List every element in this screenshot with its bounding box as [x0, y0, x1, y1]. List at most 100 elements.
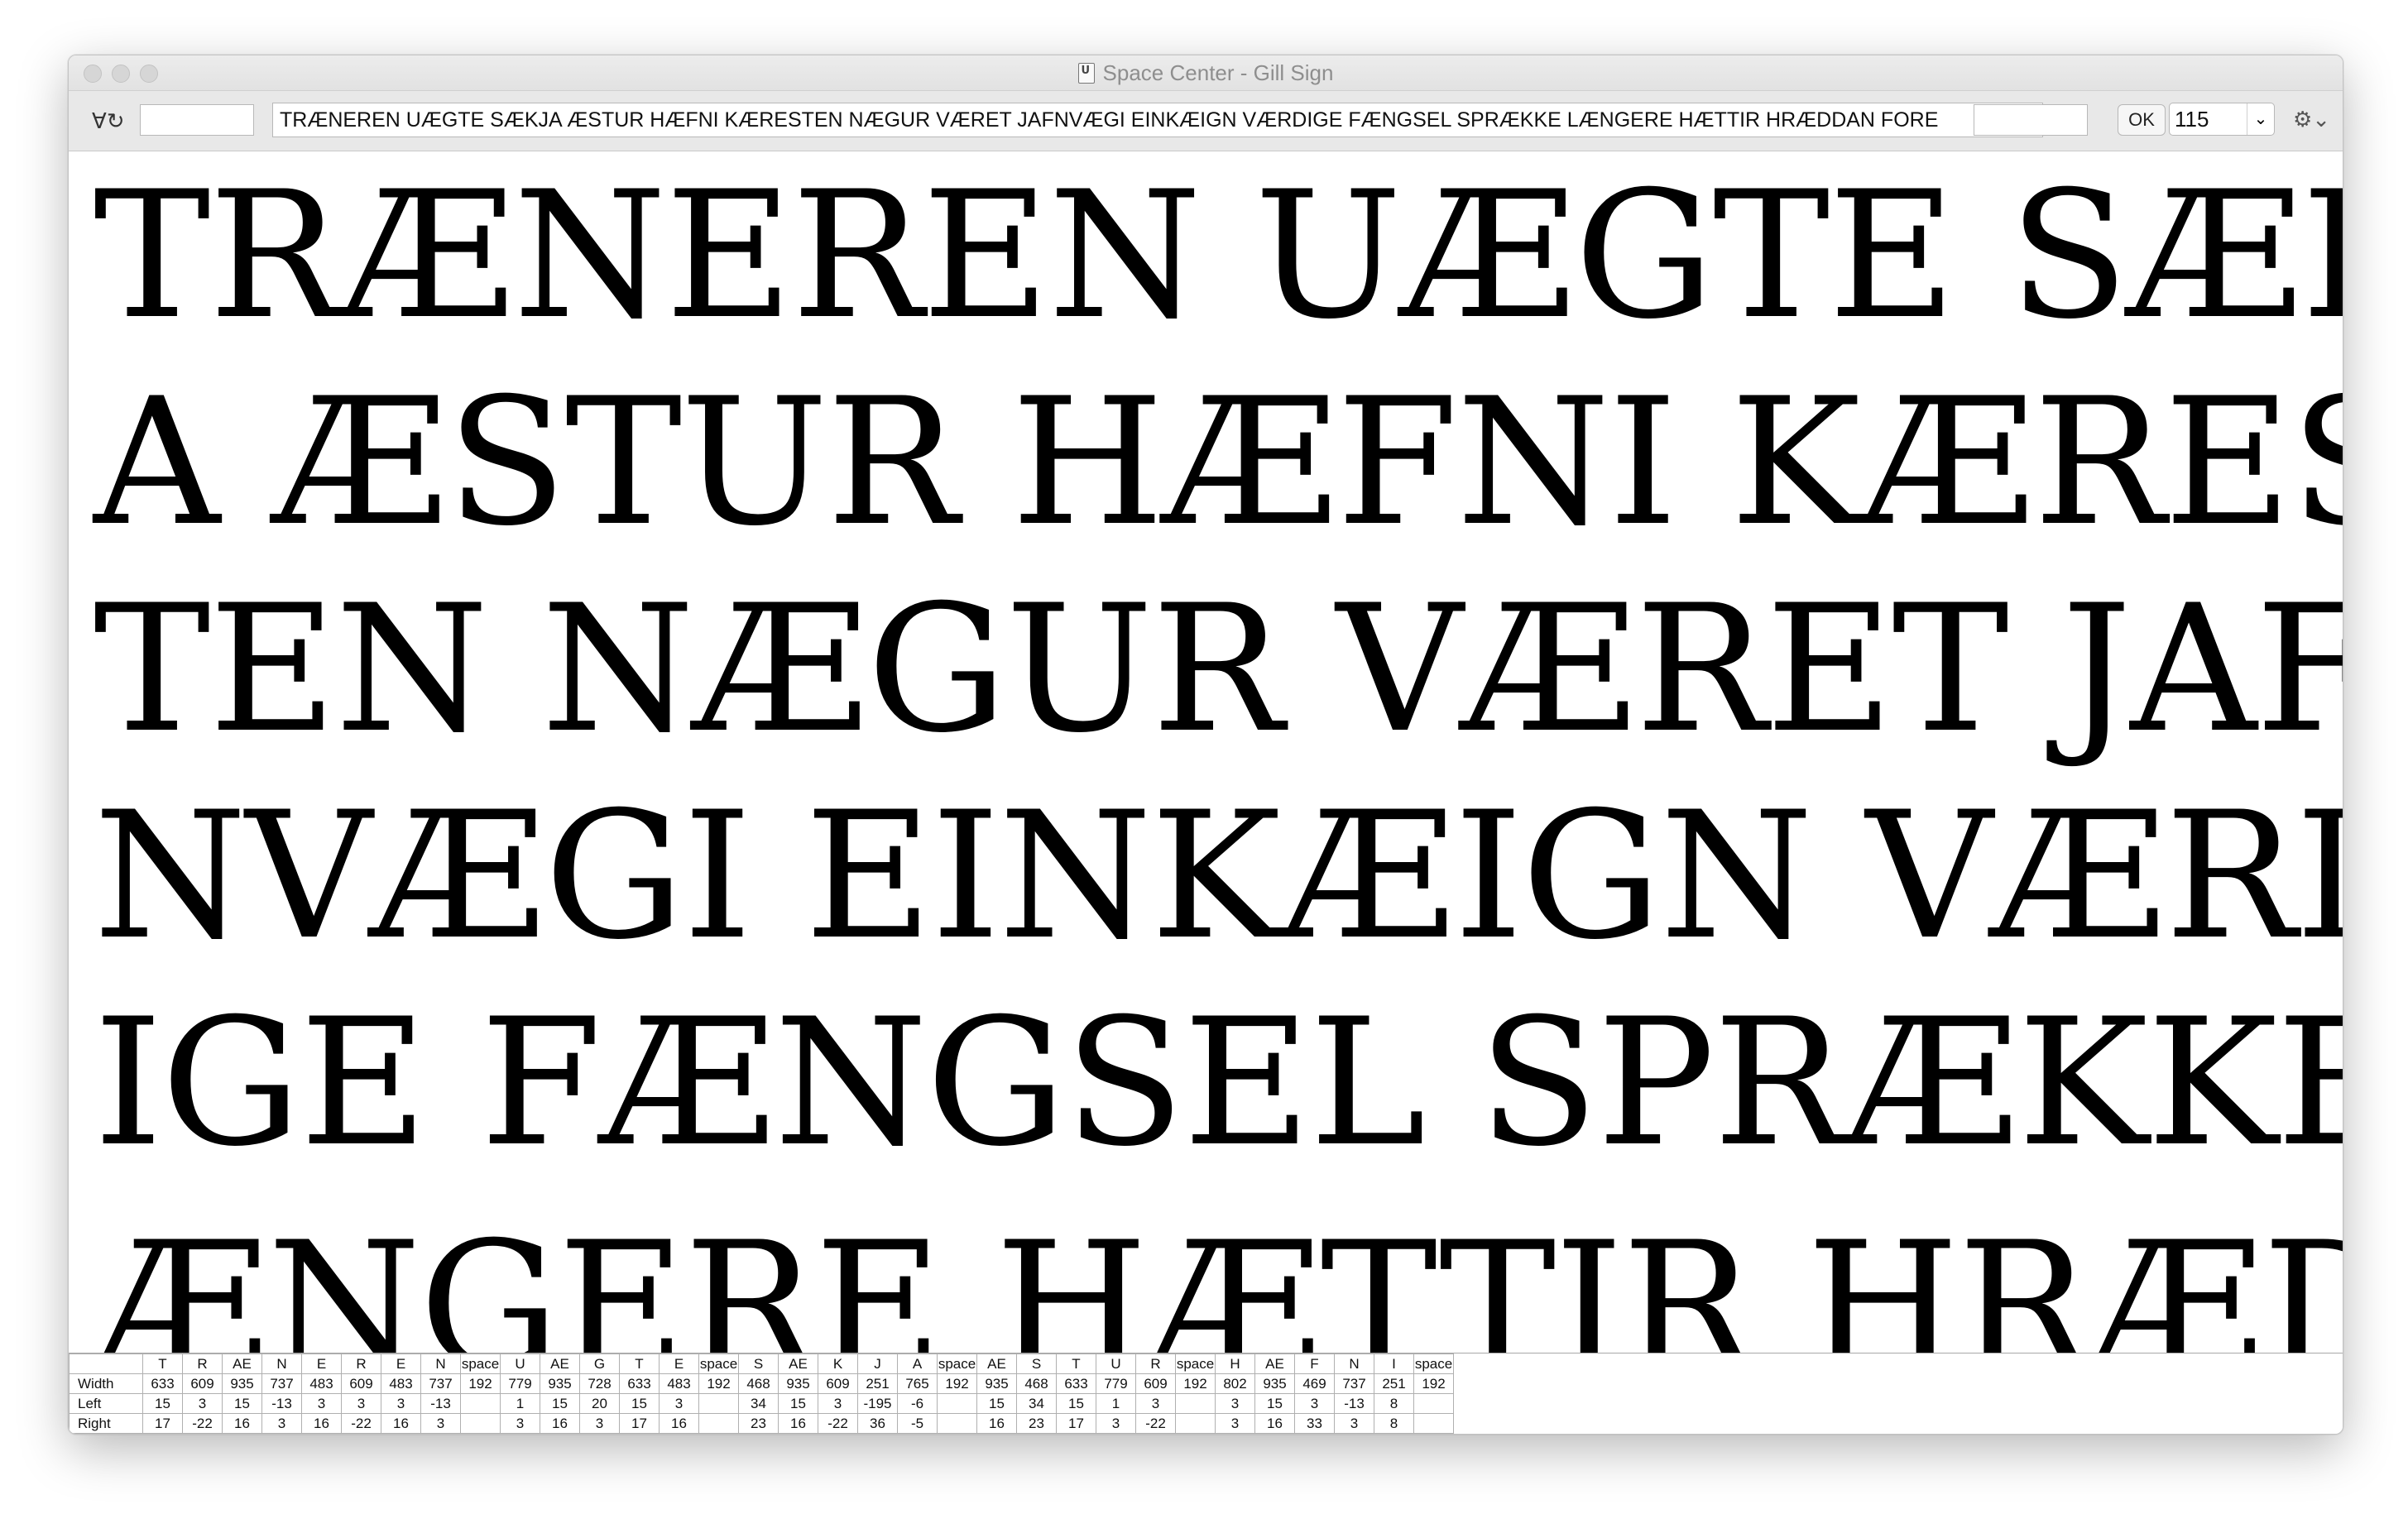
metric-value-cell[interactable]	[1175, 1413, 1216, 1434]
metric-value-cell[interactable]: 779	[1096, 1373, 1136, 1394]
metric-value-cell[interactable]: 3	[420, 1413, 461, 1434]
metric-value-cell[interactable]: 16	[778, 1413, 818, 1434]
metric-value-cell[interactable]: 1	[1096, 1393, 1136, 1414]
metric-value-cell[interactable]: 779	[500, 1373, 540, 1394]
metric-value-cell[interactable]: -22	[182, 1413, 223, 1434]
metric-value-cell[interactable]	[698, 1413, 739, 1434]
metric-value-cell[interactable]: 36	[857, 1413, 898, 1434]
metric-value-cell[interactable]: 17	[1056, 1413, 1096, 1434]
metric-value-cell[interactable]: 3	[261, 1413, 302, 1434]
glyph-toggle-icon[interactable]: ∀↻	[92, 109, 125, 134]
metric-value-cell[interactable]: -22	[1135, 1413, 1176, 1434]
metric-value-cell[interactable]: 3	[301, 1393, 342, 1414]
metric-value-cell[interactable]: 609	[341, 1373, 381, 1394]
metric-value-cell[interactable]: 633	[619, 1373, 660, 1394]
metric-value-cell[interactable]	[937, 1393, 977, 1414]
metric-value-cell[interactable]: 15	[976, 1393, 1017, 1414]
metric-value-cell[interactable]: 483	[381, 1373, 421, 1394]
metric-value-cell[interactable]: 15	[778, 1393, 818, 1414]
metric-value-cell[interactable]: 633	[1056, 1373, 1096, 1394]
metric-value-cell[interactable]: 3	[182, 1393, 223, 1414]
metric-value-cell[interactable]: 16	[301, 1413, 342, 1434]
sample-text-input[interactable]: TRÆNEREN UÆGTE SÆKJA ÆSTUR HÆFNI KÆRESTE…	[272, 103, 2043, 137]
metric-value-cell[interactable]: 16	[1254, 1413, 1295, 1434]
glyph-preview-area[interactable]: TRÆNEREN UÆGTE SÆKJ A ÆSTUR HÆFNI KÆRES …	[69, 151, 2343, 1409]
metric-value-cell[interactable]: 16	[540, 1413, 580, 1434]
metric-value-cell[interactable]: 192	[1413, 1373, 1454, 1394]
metric-value-cell[interactable]: -6	[897, 1393, 938, 1414]
metric-value-cell[interactable]: 483	[301, 1373, 342, 1394]
metric-value-cell[interactable]: 17	[142, 1413, 183, 1434]
metric-value-cell[interactable]: 935	[222, 1373, 262, 1394]
ok-button[interactable]: OK	[2118, 104, 2166, 136]
metric-value-cell[interactable]: 468	[738, 1373, 779, 1394]
metric-value-cell[interactable]: -13	[261, 1393, 302, 1414]
metric-value-cell[interactable]: 3	[579, 1413, 620, 1434]
metric-value-cell[interactable]: 15	[1056, 1393, 1096, 1414]
metric-value-cell[interactable]: 34	[738, 1393, 779, 1414]
metric-value-cell[interactable]: 8	[1374, 1413, 1414, 1434]
metric-value-cell[interactable]: 251	[857, 1373, 898, 1394]
metric-value-cell[interactable]: 8	[1374, 1393, 1414, 1414]
metric-value-cell[interactable]	[460, 1393, 501, 1414]
metric-value-cell[interactable]: 728	[579, 1373, 620, 1394]
metric-value-cell[interactable]: 935	[540, 1373, 580, 1394]
metric-value-cell[interactable]: 802	[1215, 1373, 1255, 1394]
metric-value-cell[interactable]: 609	[1135, 1373, 1176, 1394]
metric-value-cell[interactable]	[1413, 1413, 1454, 1434]
metric-value-cell[interactable]: 20	[579, 1393, 620, 1414]
metric-value-cell[interactable]: 737	[261, 1373, 302, 1394]
metric-value-cell[interactable]: 737	[1334, 1373, 1374, 1394]
post-text-input[interactable]	[1974, 104, 2088, 136]
metric-value-cell[interactable]	[698, 1393, 739, 1414]
metric-value-cell[interactable]: -13	[1334, 1393, 1374, 1414]
metric-value-cell[interactable]: 935	[778, 1373, 818, 1394]
metric-value-cell[interactable]	[937, 1413, 977, 1434]
metric-value-cell[interactable]: -195	[857, 1393, 898, 1414]
metric-value-cell[interactable]: 3	[1096, 1413, 1136, 1434]
metric-value-cell[interactable]: 633	[142, 1373, 183, 1394]
metric-value-cell[interactable]: -22	[818, 1413, 858, 1434]
metric-value-cell[interactable]: 33	[1294, 1413, 1335, 1434]
metric-value-cell[interactable]: 34	[1016, 1393, 1057, 1414]
metric-value-cell[interactable]	[1175, 1393, 1216, 1414]
metric-value-cell[interactable]: 3	[1135, 1393, 1176, 1414]
metric-value-cell[interactable]: -13	[420, 1393, 461, 1414]
metric-value-cell[interactable]: 609	[818, 1373, 858, 1394]
metric-value-cell[interactable]: 17	[619, 1413, 660, 1434]
metric-value-cell[interactable]: 737	[420, 1373, 461, 1394]
metric-value-cell[interactable]: 15	[222, 1393, 262, 1414]
pre-text-input[interactable]	[140, 104, 254, 136]
metric-value-cell[interactable]: 16	[976, 1413, 1017, 1434]
metric-value-cell[interactable]: 3	[341, 1393, 381, 1414]
metric-value-cell[interactable]: 609	[182, 1373, 223, 1394]
metric-value-cell[interactable]: 192	[937, 1373, 977, 1394]
metric-value-cell[interactable]: 251	[1374, 1373, 1414, 1394]
metric-value-cell[interactable]: -22	[341, 1413, 381, 1434]
metric-value-cell[interactable]: 3	[1215, 1393, 1255, 1414]
metric-value-cell[interactable]: 935	[1254, 1373, 1295, 1394]
metric-value-cell[interactable]: 3	[1294, 1393, 1335, 1414]
metric-value-cell[interactable]: 483	[659, 1373, 699, 1394]
metric-value-cell[interactable]: 3	[659, 1393, 699, 1414]
metric-value-cell[interactable]: 192	[460, 1373, 501, 1394]
point-size-combo[interactable]: 115 ⌄	[2169, 103, 2275, 136]
metric-value-cell[interactable]: 192	[698, 1373, 739, 1394]
metric-value-cell[interactable]: 16	[381, 1413, 421, 1434]
metric-value-cell[interactable]: 468	[1016, 1373, 1057, 1394]
metric-value-cell[interactable]: 15	[1254, 1393, 1295, 1414]
metric-value-cell[interactable]	[1413, 1393, 1454, 1414]
metric-value-cell[interactable]: 15	[619, 1393, 660, 1414]
metric-value-cell[interactable]: -5	[897, 1413, 938, 1434]
metric-value-cell[interactable]: 15	[540, 1393, 580, 1414]
gear-icon[interactable]: ⚙⌄	[2293, 108, 2330, 132]
metric-value-cell[interactable]: 192	[1175, 1373, 1216, 1394]
metric-value-cell[interactable]: 935	[976, 1373, 1017, 1394]
metric-value-cell[interactable]: 3	[1334, 1413, 1374, 1434]
metric-value-cell[interactable]: 1	[500, 1393, 540, 1414]
metric-value-cell[interactable]: 23	[738, 1413, 779, 1434]
metric-value-cell[interactable]: 469	[1294, 1373, 1335, 1394]
metric-value-cell[interactable]: 23	[1016, 1413, 1057, 1434]
metric-value-cell[interactable]: 3	[500, 1413, 540, 1434]
metric-value-cell[interactable]: 16	[222, 1413, 262, 1434]
